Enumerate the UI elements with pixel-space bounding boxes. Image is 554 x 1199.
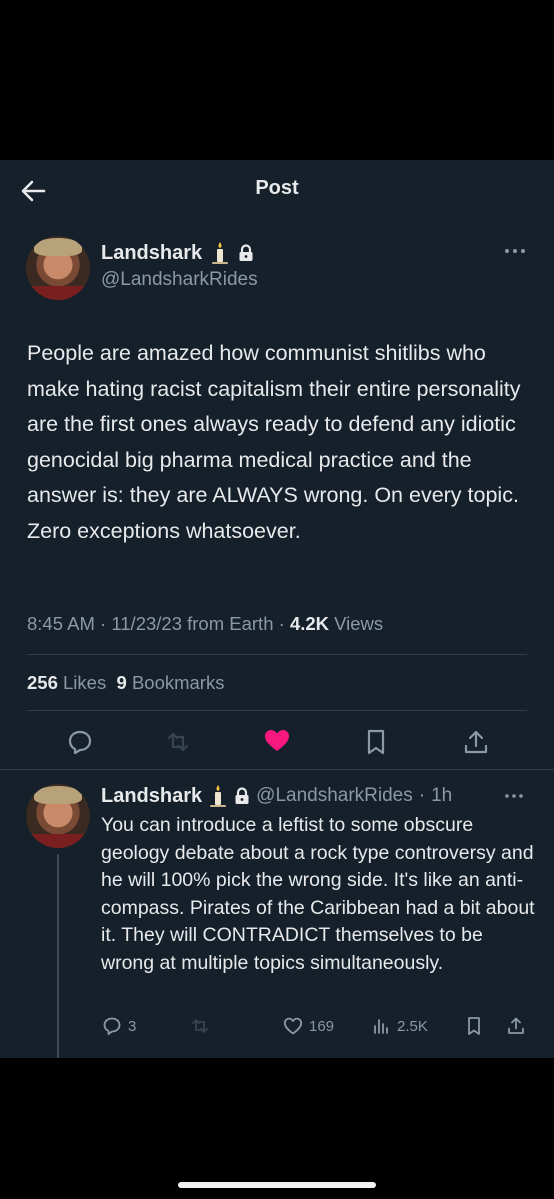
lock-icon [235,787,249,804]
reply-author-row: Landshark @LandsharkRides · 1h [101,784,452,808]
reply-author-handle[interactable]: @LandsharkRides [256,785,413,807]
likes-label: Likes [63,672,107,693]
share-icon [508,1017,524,1034]
author-row: Landshark [101,241,254,265]
reply-icon[interactable] [66,728,94,756]
share-icon[interactable] [462,728,490,756]
views-label: Views [334,613,384,634]
heart-icon[interactable] [263,727,291,755]
tweet-date: 11/23/23 [111,613,182,634]
bookmarks-stat[interactable]: 9 Bookmarks [117,672,225,693]
reply-icon [103,1017,121,1035]
retweet-icon[interactable] [164,728,192,756]
reply-reply-button[interactable]: 3 [102,1016,136,1036]
thread-line [57,854,59,1058]
bookmark-icon[interactable] [362,728,390,756]
likes-stat[interactable]: 256 Likes [27,672,106,693]
reply-text: You can introduce a leftist to some obsc… [101,814,535,974]
engagement-stats: 256 Likes 9 Bookmarks [27,672,224,694]
like-count: 169 [309,1017,335,1035]
reply-author-name[interactable]: Landshark [101,785,202,808]
author-handle[interactable]: @LandsharkRides [101,269,258,291]
reply-count: 3 [128,1017,137,1035]
page-title: Post [255,177,299,199]
reply-share-button[interactable] [506,1016,526,1036]
reply-avatar[interactable] [26,784,90,848]
reply-retweet-button[interactable] [190,1016,210,1036]
reply-age: 1h [431,785,453,806]
tweet-source: from Earth [187,613,274,634]
avatar[interactable] [26,236,90,300]
divider [0,769,554,770]
lock-icon [239,244,253,261]
home-indicator[interactable] [178,1182,376,1188]
reply-views-button[interactable]: 2.5K [371,1016,428,1036]
divider [27,654,527,655]
tweet-text: People are amazed how communist shitlibs… [27,341,521,543]
candle-icon [210,785,227,807]
author-name[interactable]: Landshark [101,242,202,265]
views-count: 2.5K [397,1017,428,1035]
views-icon [374,1019,388,1034]
tweet-meta: 8:45 AM · 11/23/23 from Earth · 4.2K Vie… [27,613,384,634]
tweet-time: 8:45 AM [27,613,95,634]
more-icon[interactable] [504,793,524,799]
header-bar: Post [0,160,554,218]
bookmarks-count: 9 [116,672,127,693]
reply-like-button[interactable]: 169 [283,1016,334,1036]
likes-count: 256 [27,672,58,693]
post-screen: Post Landshark @LandsharkRides People ar… [0,160,554,1058]
retweet-icon [192,1019,208,1033]
more-icon[interactable] [504,248,526,254]
candle-icon [212,242,229,264]
divider [27,710,527,711]
separator-dot: · [418,785,426,806]
heart-icon [283,1017,303,1035]
bookmark-icon [468,1017,480,1035]
reply-bookmark-button[interactable] [464,1016,484,1036]
bookmarks-label: Bookmarks [131,672,225,693]
views-count: 4.2K [289,613,330,634]
